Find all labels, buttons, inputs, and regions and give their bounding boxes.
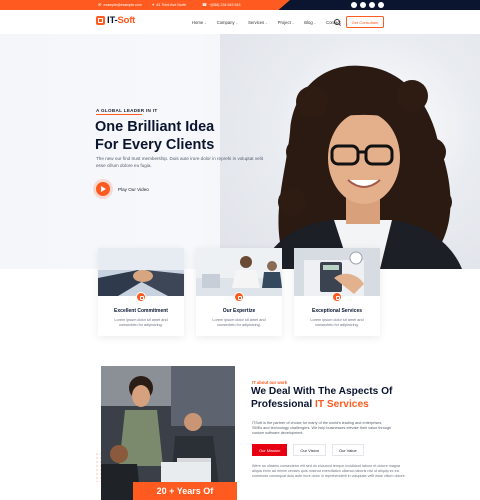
calculator-image <box>294 248 380 296</box>
nav-project[interactable]: Project⌄ <box>278 20 295 25</box>
experience-badge: 20 + Years Of <box>133 482 237 500</box>
mail-icon: ✉ <box>98 2 102 7</box>
about-tabs: Our Mission Our Vision Our Value <box>252 444 364 456</box>
card-title: Excellent Commitment <box>114 308 168 314</box>
facebook-icon[interactable] <box>351 2 357 8</box>
hero-description: The new our find trust membership. Duis … <box>96 156 263 168</box>
instagram-icon[interactable] <box>369 2 375 8</box>
nav-home[interactable]: Home⌄ <box>192 20 207 25</box>
hero-title-line1: One Brilliant Idea <box>95 119 215 135</box>
play-video-link[interactable]: Play Our Video <box>118 187 149 192</box>
feature-card[interactable]: Our Expertize Lorem ipsum dolor sit amet… <box>196 248 282 336</box>
briefcase-icon <box>136 292 146 302</box>
tab-our-value[interactable]: Our Value <box>331 444 364 456</box>
team-office-image <box>101 366 235 500</box>
play-icon[interactable] <box>96 182 110 196</box>
shield-icon <box>332 292 342 302</box>
logo-text: IT-Soft <box>107 15 136 26</box>
card-title: Exceptional Services <box>311 308 363 314</box>
feature-card[interactable]: Exceptional Services Lorem ipsum dolor s… <box>294 248 380 336</box>
card-text: Lorem ipsum dolor sit amet and consectet… <box>114 318 168 327</box>
search-icon[interactable] <box>334 19 340 25</box>
topbar-phone[interactable]: ☎ +(088) 234 543 543 <box>202 2 240 7</box>
about-tab-content: Were an ultrams consectetur elit sed do … <box>252 464 406 479</box>
topbar-address: ⌖ 44 Third Ave North <box>152 2 186 7</box>
tab-our-mission[interactable]: Our Mission <box>252 444 288 456</box>
hero-eyebrow-underline <box>96 114 142 115</box>
site-logo[interactable]: IT-Soft <box>96 15 135 26</box>
nav-company[interactable]: Company⌄ <box>217 20 238 25</box>
site-header: IT-Soft Home⌄ Company⌄ Services⌄ Project… <box>0 10 480 34</box>
main-nav: Home⌄ Company⌄ Services⌄ Project⌄ Blog⌄ … <box>192 20 341 25</box>
team-meeting-image <box>196 248 282 296</box>
card-text: Lorem ipsum dolor sit amet and consectet… <box>310 318 364 327</box>
tab-our-vision[interactable]: Our Vision <box>293 444 326 456</box>
hero-eyebrow: A GLOBAL LEADER IN IT <box>96 108 158 113</box>
nav-blog[interactable]: Blog⌄ <box>304 20 316 25</box>
about-description: ITSoft is the partner of choice for many… <box>252 421 392 436</box>
nav-services[interactable]: Services⌄ <box>248 20 268 25</box>
logo-icon <box>96 16 105 25</box>
chevron-down-icon: ⌄ <box>313 21 317 25</box>
topbar-email[interactable]: ✉ example@example.com <box>98 2 142 7</box>
about-eyebrow: IT about our work <box>252 380 288 385</box>
hero-title-line2: For Every Clients <box>95 137 215 153</box>
topbar-phone-text: +(088) 234 543 543 <box>208 2 241 7</box>
top-bar-contact-strip <box>0 0 290 10</box>
map-pin-icon: ⌖ <box>152 2 155 7</box>
chevron-down-icon: ⌄ <box>291 21 295 25</box>
social-links <box>351 2 384 8</box>
get-consultant-button[interactable]: Get Consultant <box>346 16 384 28</box>
topbar-email-text: example@example.com <box>103 2 142 7</box>
twitter-icon[interactable] <box>360 2 366 8</box>
phone-icon: ☎ <box>202 2 207 7</box>
about-title: We Deal With The Aspects Of Professional… <box>251 386 393 410</box>
handshake-image <box>98 248 184 296</box>
feature-card[interactable]: Excellent Commitment Lorem ipsum dolor s… <box>98 248 184 336</box>
card-text: Lorem ipsum dolor sit amet and consectet… <box>212 318 266 327</box>
linkedin-icon[interactable] <box>378 2 384 8</box>
topbar-address-text: 44 Third Ave North <box>156 2 187 7</box>
card-title: Our Expertize <box>222 308 256 314</box>
hero-portrait-image <box>262 65 462 269</box>
chevron-down-icon: ⌄ <box>204 21 207 25</box>
chevron-down-icon: ⌄ <box>265 21 268 25</box>
hero-section: A GLOBAL LEADER IN IT One Brilliant Idea… <box>0 34 480 269</box>
chevron-down-icon: ⌄ <box>235 21 239 25</box>
gear-icon <box>234 292 244 302</box>
top-bar: ✉ example@example.com ⌖ 44 Third Ave Nor… <box>0 0 480 10</box>
hero-title: One Brilliant Idea For Every Clients <box>95 118 285 154</box>
